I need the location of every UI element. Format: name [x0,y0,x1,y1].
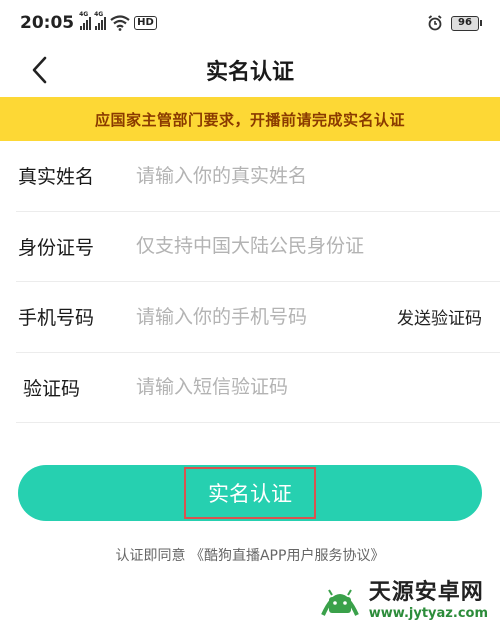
status-time: 20:05 [20,13,75,33]
phone-input[interactable] [136,305,376,328]
verification-form: 真实姓名 身份证号 手机号码 发送验证码 验证码 [16,141,500,423]
submit-button[interactable]: 实名认证 [18,465,482,521]
code-row: 验证码 [16,353,500,423]
back-button[interactable] [24,54,54,86]
send-code-button[interactable]: 发送验证码 [397,304,482,329]
phone-row: 手机号码 发送验证码 [16,282,500,353]
phone-label: 手机号码 [18,307,95,330]
agreement-link[interactable]: 《酷狗直播APP用户服务协议》 [190,548,384,564]
id-number-input[interactable] [136,235,376,258]
nav-bar: 实名认证 [0,46,500,94]
notice-text: 应国家主管部门要求，开播前请完成实名认证 [94,110,405,129]
name-input[interactable] [136,164,376,187]
wifi-icon [110,15,130,31]
status-signals: 4G 4G HD [79,11,157,31]
name-label: 真实姓名 [18,166,95,189]
page-title: 实名认证 [205,60,294,85]
watermark: 天源安卓网 www.jytyaz.com [317,574,488,621]
notice-banner: 应国家主管部门要求，开播前请完成实名认证 [0,97,500,141]
hd-icon: HD [134,16,157,30]
watermark-url: www.jytyaz.com [368,606,488,621]
android-logo-icon [320,588,359,616]
name-row: 真实姓名 [16,141,500,212]
status-bar: 20:05 4G 4G HD 96 [0,0,500,46]
battery-icon: 96 [451,15,482,31]
watermark-title: 天源安卓网 [368,580,484,605]
code-label: 验证码 [23,377,81,400]
chevron-left-icon [32,56,47,84]
id-row: 身份证号 [16,212,500,282]
signal-icon: 4G [94,11,107,30]
agreement-text: 认证即同意 《酷狗直播APP用户服务协议》 [0,545,500,565]
status-right: 96 [427,15,482,31]
submit-label: 实名认证 [184,467,316,519]
signal-icon: 4G [79,11,92,30]
alarm-icon [428,15,442,31]
sms-code-input[interactable] [136,376,376,399]
id-label: 身份证号 [18,236,95,259]
agreement-prefix: 认证即同意 [115,548,186,564]
